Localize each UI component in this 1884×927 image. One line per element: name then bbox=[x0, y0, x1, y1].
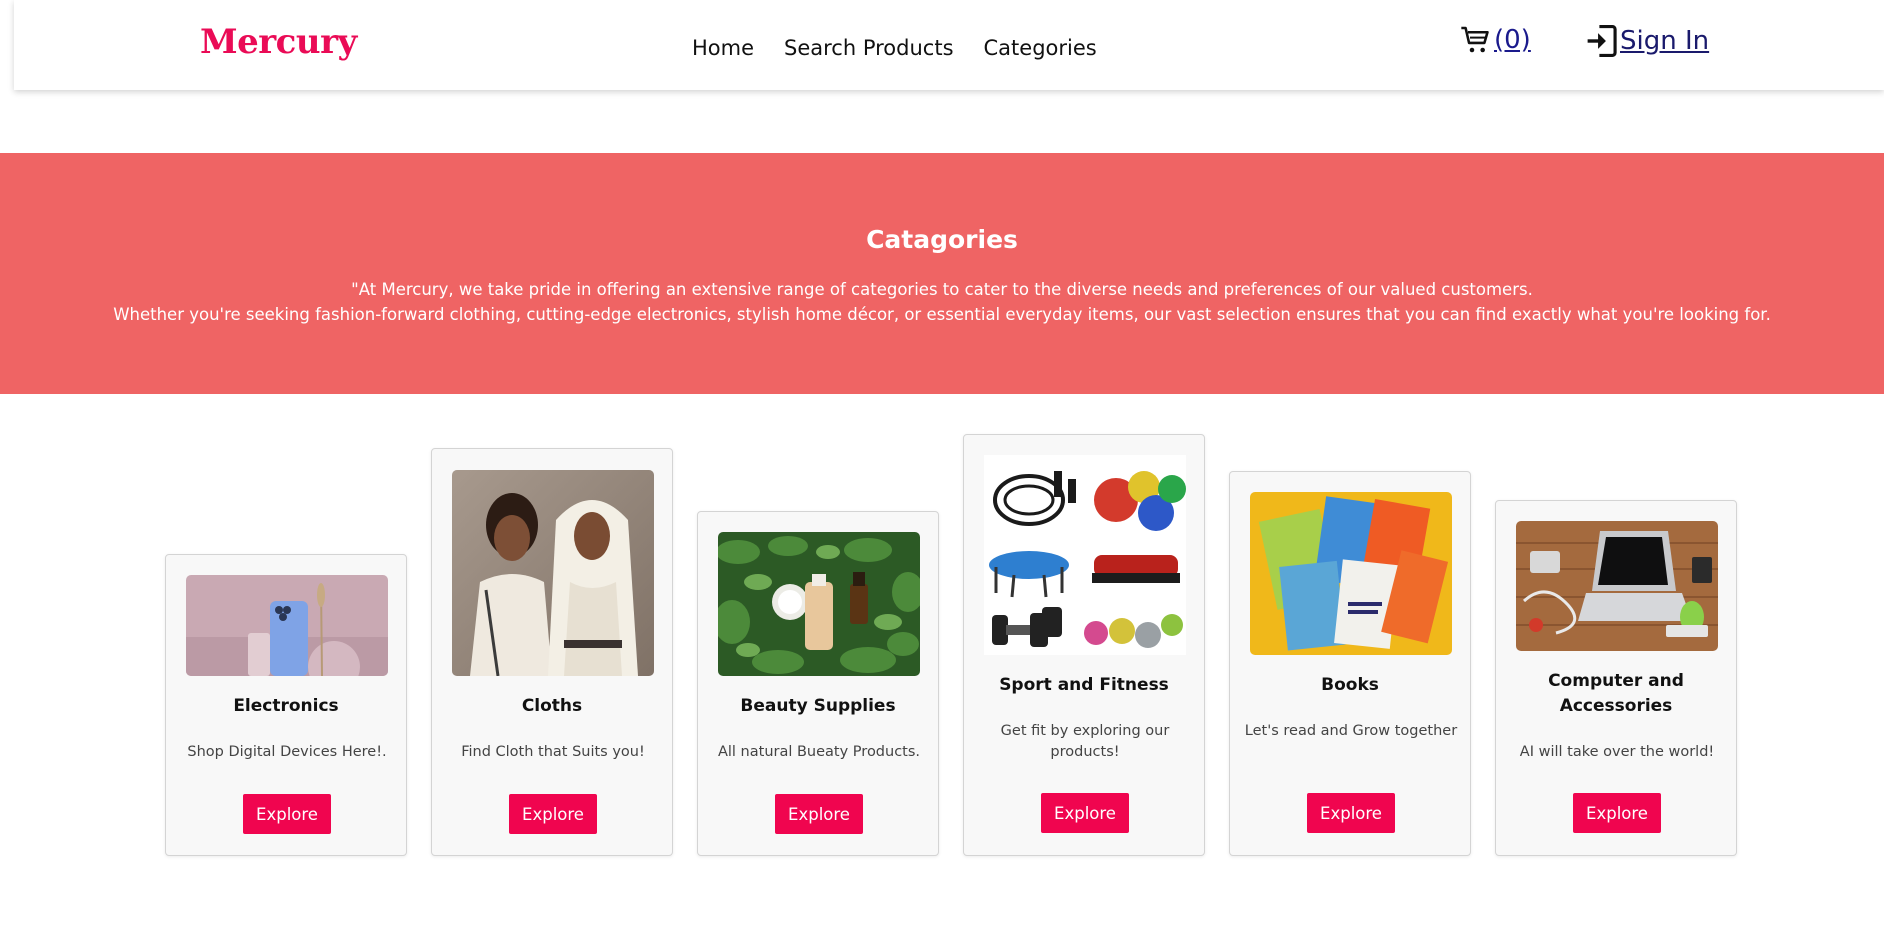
category-title: Electronics bbox=[233, 696, 339, 716]
sign-in-link[interactable]: Sign In bbox=[1586, 24, 1709, 58]
beauty-supplies-skincare-image bbox=[718, 532, 920, 676]
electronics-phone-image bbox=[186, 575, 388, 676]
nav-link-search-products[interactable]: Search Products bbox=[784, 36, 954, 60]
nav-links: Home Search Products Categories bbox=[692, 36, 1097, 60]
cart-count[interactable]: (0) bbox=[1494, 25, 1531, 55]
category-card-cloths: Cloths Find Cloth that Suits you! Explor… bbox=[431, 448, 673, 856]
category-title: Computer and Accessories bbox=[1548, 671, 1684, 716]
category-title: Beauty Supplies bbox=[740, 696, 896, 716]
category-title: Books bbox=[1321, 675, 1379, 695]
explore-button[interactable]: Explore bbox=[243, 794, 331, 834]
hero-title: Catagories bbox=[866, 225, 1018, 254]
cart-link[interactable]: (0) bbox=[1460, 24, 1531, 56]
category-card-beauty-supplies: Beauty Supplies All natural Bueaty Produ… bbox=[697, 511, 939, 856]
sign-in-label[interactable]: Sign In bbox=[1620, 26, 1709, 56]
explore-button[interactable]: Explore bbox=[1041, 793, 1129, 833]
category-card-computer-and-accessories: Computer and Accessories AI will take ov… bbox=[1495, 500, 1737, 856]
cart-icon bbox=[1461, 26, 1489, 53]
computer-and-accessories-laptop-image bbox=[1516, 521, 1718, 651]
navbar: Mercury Home Search Products Categories … bbox=[14, 0, 1884, 90]
cloths-women-image bbox=[452, 470, 654, 676]
brand-logo[interactable]: Mercury bbox=[200, 22, 357, 62]
hero-description-line-1: "At Mercury, we take pride in offering a… bbox=[351, 280, 1533, 299]
category-title: Cloths bbox=[521, 696, 583, 716]
hero-description-line-2: Whether you're seeking fashion-forward c… bbox=[113, 305, 1771, 324]
nav-link-home[interactable]: Home bbox=[692, 36, 754, 60]
category-card-electronics: Electronics Shop Digital Devices Here!. … bbox=[165, 554, 407, 856]
explore-button[interactable]: Explore bbox=[509, 794, 597, 834]
sign-in-icon bbox=[1587, 25, 1617, 57]
books-image bbox=[1250, 492, 1452, 655]
nav-link-categories[interactable]: Categories bbox=[984, 36, 1097, 60]
sport-and-fitness-equipment-image bbox=[984, 455, 1186, 655]
categories-hero-banner: Catagories "At Mercury, we take pride in… bbox=[0, 153, 1884, 394]
explore-button[interactable]: Explore bbox=[775, 794, 863, 834]
category-card-sport-and-fitness: Sport and Fitness Get fit by exploring o… bbox=[963, 434, 1205, 856]
category-description: Get fit by exploring our products! bbox=[1000, 723, 1170, 760]
category-description: Find Cloth that Suits you! bbox=[461, 744, 645, 760]
explore-button[interactable]: Explore bbox=[1307, 793, 1395, 833]
category-description: Let's read and Grow together bbox=[1244, 723, 1458, 739]
category-title: Sport and Fitness bbox=[999, 675, 1169, 695]
category-description: AI will take over the world! bbox=[1519, 744, 1715, 760]
category-description: Shop Digital Devices Here!. bbox=[187, 744, 387, 760]
explore-button[interactable]: Explore bbox=[1573, 793, 1661, 833]
category-description: All natural Bueaty Products. bbox=[717, 744, 921, 760]
category-card-books: Books Let's read and Grow together Explo… bbox=[1229, 471, 1471, 856]
